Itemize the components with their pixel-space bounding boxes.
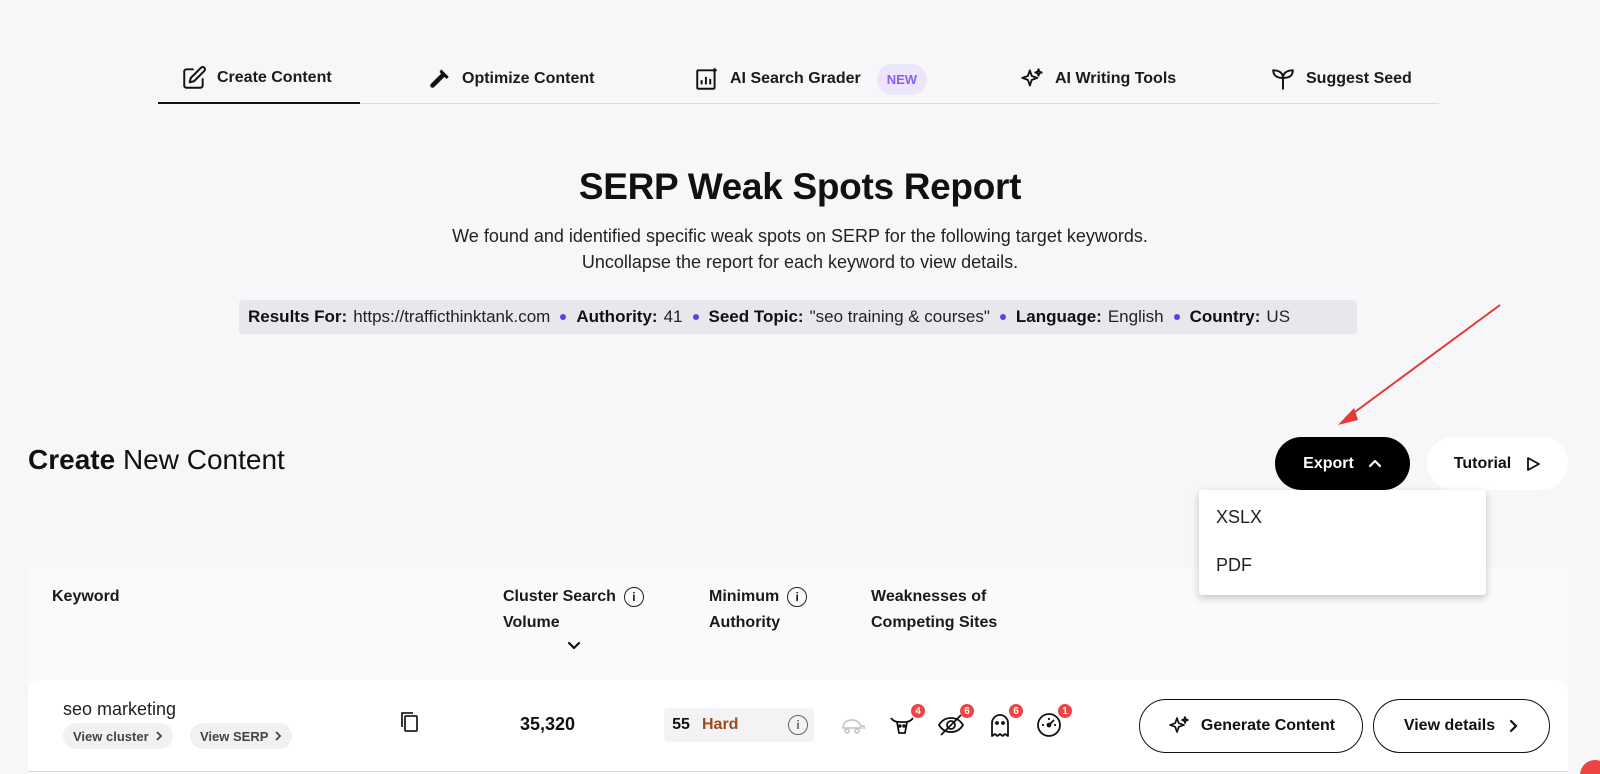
results-label: Results For:	[248, 307, 348, 326]
turtle-icon[interactable]	[838, 710, 868, 740]
export-label: Export	[1303, 454, 1354, 472]
generate-label: Generate Content	[1200, 717, 1336, 734]
tab-label: Create Content	[217, 69, 332, 86]
results-summary: Results For: https://trafficthinktank.co…	[239, 300, 1357, 334]
results-url: https://trafficthinktank.com	[353, 307, 551, 326]
count-badge: 1	[1058, 704, 1072, 718]
new-badge: NEW	[876, 63, 928, 95]
hidden-eye-icon-wrap[interactable]: 6	[936, 704, 974, 740]
authority-value: 41	[663, 307, 683, 326]
separator-dot	[692, 314, 699, 320]
header-keyword: Keyword	[52, 588, 120, 605]
view-details-button[interactable]: View details	[1373, 699, 1550, 753]
chevron-right-icon	[156, 731, 162, 741]
hammer-icon	[430, 69, 449, 88]
tab-create-content[interactable]: Create Content	[158, 54, 360, 104]
export-button[interactable]: Export	[1275, 437, 1410, 490]
count-badge: 4	[911, 704, 925, 718]
chevron-right-icon	[275, 731, 282, 741]
cluster-volume: 35,320	[520, 714, 576, 734]
generate-content-button[interactable]: Generate Content	[1139, 699, 1363, 753]
separator-dot	[1173, 314, 1180, 320]
language-label: Language:	[1015, 307, 1102, 326]
view-cluster-link[interactable]: View cluster	[63, 723, 173, 749]
chat-widget[interactable]	[1580, 760, 1600, 774]
section-title: Create New Content	[28, 444, 285, 475]
page-title: SERP Weak Spots Report	[578, 166, 1022, 207]
tab-label: AI Search Grader	[730, 70, 861, 87]
table-row: seo marketing View cluster View SERP 35,…	[28, 680, 1568, 774]
sprout-icon	[1272, 69, 1294, 90]
info-icon[interactable]: i	[787, 586, 808, 607]
export-dropdown	[1199, 490, 1486, 595]
separator-dot	[999, 314, 1006, 320]
play-icon	[1527, 456, 1541, 471]
chevron-right-icon	[1510, 719, 1518, 733]
language-value: English	[1107, 307, 1164, 326]
header-weaknesses: Weaknesses of Competing Sites	[871, 588, 998, 631]
export-xslx-option[interactable]: XSLX	[1216, 507, 1262, 528]
tab-bar: Create Content Optimize Content AI Searc…	[158, 54, 1439, 104]
seed-label: Seed Topic:	[708, 307, 804, 326]
view-serp-link[interactable]: View SERP	[190, 723, 293, 749]
tab-optimize-content[interactable]: Optimize Content	[426, 54, 594, 104]
count-badge: 6	[1009, 704, 1023, 718]
authority-number: 55	[672, 716, 690, 733]
difficulty-label: Hard	[702, 716, 739, 733]
min-authority-box: 55 Hard i	[664, 708, 814, 742]
count-badge: 6	[960, 704, 974, 718]
sparkles-icon	[1169, 716, 1189, 733]
copy-icon[interactable]	[398, 710, 420, 734]
header-min-authority: Minimum i Authority	[709, 584, 808, 636]
info-icon[interactable]: i	[788, 715, 808, 735]
edit-icon	[183, 66, 206, 89]
tutorial-button[interactable]: Tutorial	[1427, 437, 1568, 490]
tab-ai-writing-tools[interactable]: AI Writing Tools	[1019, 54, 1176, 104]
row-divider	[28, 771, 1568, 772]
sparkles-icon	[1021, 68, 1043, 87]
info-icon[interactable]: i	[623, 586, 644, 607]
country-value: US	[1266, 307, 1291, 326]
country-label: Country:	[1189, 307, 1261, 326]
chevron-up-icon	[1368, 459, 1381, 467]
authority-label: Authority:	[576, 307, 658, 326]
seed-value: "seo training & courses"	[809, 307, 990, 326]
ghost-icon-wrap[interactable]: 6	[985, 704, 1023, 740]
chart-icon	[696, 68, 717, 90]
page-subtitle: We found and identified specific weak sp…	[452, 226, 1148, 272]
keyword-text: seo marketing	[63, 699, 177, 719]
tab-suggest-seed[interactable]: Suggest Seed	[1270, 54, 1412, 104]
view-details-label: View details	[1403, 717, 1496, 734]
tab-label: Suggest Seed	[1306, 70, 1412, 87]
tutorial-label: Tutorial	[1453, 454, 1512, 472]
header-cluster-volume[interactable]: Cluster Search i Volume	[503, 584, 644, 636]
annotation-arrow	[1338, 304, 1501, 425]
export-pdf-option[interactable]: PDF	[1216, 555, 1252, 576]
tab-label: Optimize Content	[462, 70, 595, 87]
tab-ai-search-grader[interactable]: AI Search Grader NEW	[694, 54, 928, 104]
bull-icon-wrap[interactable]: 4	[887, 704, 925, 740]
separator-dot	[560, 314, 567, 320]
chevron-down-icon[interactable]	[567, 638, 581, 652]
tab-label: AI Writing Tools	[1055, 70, 1177, 87]
speedometer-icon-wrap[interactable]: 1	[1034, 704, 1072, 740]
